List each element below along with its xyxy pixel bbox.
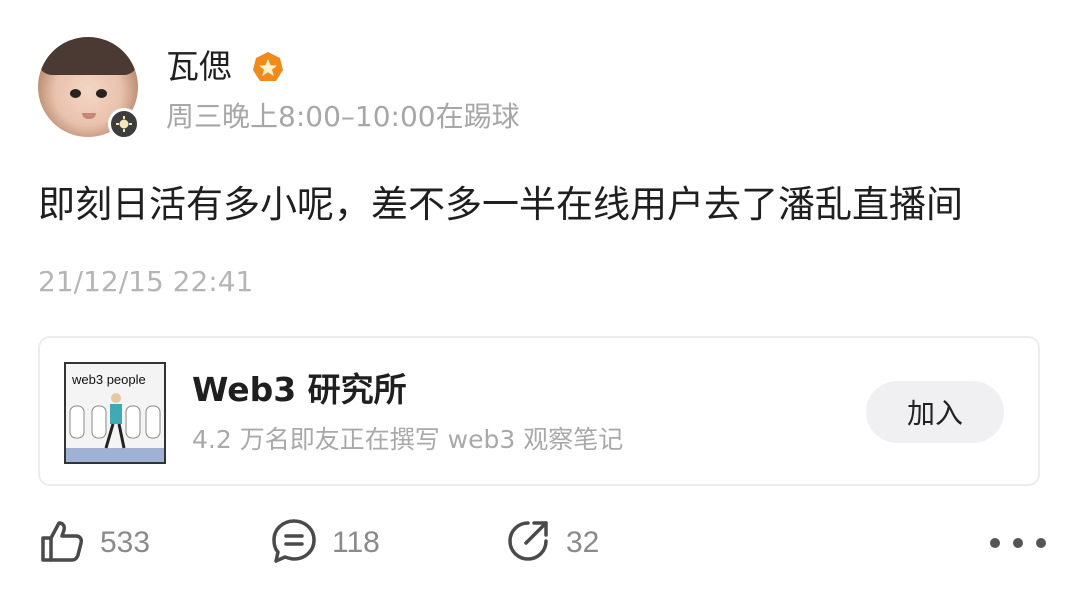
like-count: 533: [100, 526, 151, 559]
comment-button[interactable]: 118: [270, 518, 380, 568]
author-name[interactable]: 瓦偲: [166, 43, 232, 91]
member-badge-icon: [108, 108, 140, 140]
more-dot: [1013, 538, 1023, 548]
circle-card[interactable]: web3 people Web3 研究所 4.2 万名即友正在撰写 web3 观…: [38, 336, 1040, 486]
circle-thumbnail: web3 people: [64, 362, 166, 464]
like-button[interactable]: 533: [38, 518, 150, 568]
post-timestamp: 21/12/15 22:41: [38, 265, 254, 298]
post-text: 即刻日活有多小呢，差不多一半在线用户去了潘乱直播间: [38, 183, 963, 226]
author-signature: 周三晚上8:00–10:00在踢球: [166, 100, 520, 133]
share-arrow-icon: [504, 517, 552, 569]
avatar-hair: [38, 37, 138, 75]
thumbs-up-icon: [38, 517, 86, 569]
share-button[interactable]: 32: [504, 518, 599, 568]
circle-subtitle: 4.2 万名即友正在撰写 web3 观察笔记: [192, 425, 624, 454]
post-view: 瓦偲 周三晚上8:00–10:00在踢球 即刻日活有多小呢，差不多一半在线用户去…: [0, 0, 1080, 601]
more-dots-icon[interactable]: [990, 528, 1046, 558]
more-dot: [1036, 538, 1046, 548]
verified-badge-icon: [250, 50, 286, 86]
comment-bubble-icon: [270, 517, 318, 569]
avatar-eye-right: [96, 89, 107, 98]
more-dot: [990, 538, 1000, 548]
avatar-eye-left: [70, 89, 81, 98]
avatar-mouth: [82, 113, 96, 119]
circle-title: Web3 研究所: [192, 370, 407, 409]
join-button[interactable]: 加入: [866, 381, 1004, 443]
comment-count: 118: [332, 526, 380, 559]
share-count: 32: [566, 526, 600, 559]
